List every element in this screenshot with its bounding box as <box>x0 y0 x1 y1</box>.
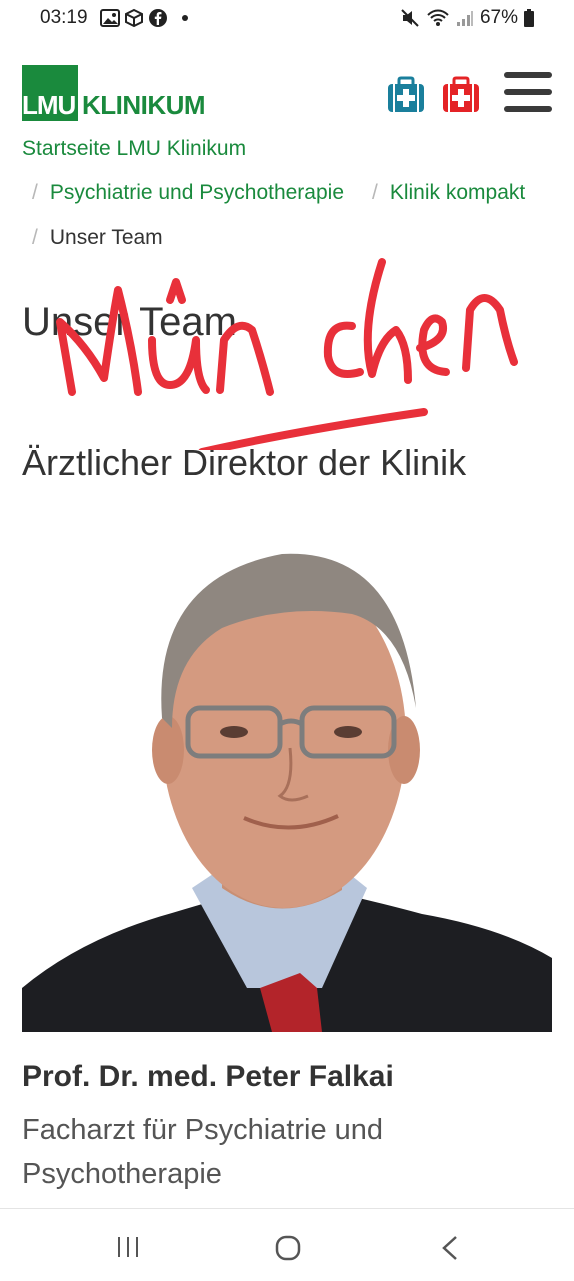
breadcrumb-link-psychiatrie[interactable]: Psychiatrie und Psychotherapie <box>50 181 344 204</box>
person-name: Prof. Dr. med. Peter Falkai <box>22 1060 394 1093</box>
back-icon[interactable] <box>438 1234 462 1262</box>
section-heading: Ärztlicher Direktor der Klinik <box>22 442 467 483</box>
logo-klinikum-text: KLINIKUM <box>82 90 206 120</box>
breadcrumb-separator: / <box>372 181 378 204</box>
battery-percent: 67% <box>479 7 518 28</box>
breadcrumb-item-psychiatrie: / Psychiatrie und Psychotherapie <box>32 181 344 205</box>
breadcrumb-item-current: / Unser Team <box>32 226 163 250</box>
mute-icon <box>401 9 419 27</box>
breadcrumb-current: Unser Team <box>49 226 163 249</box>
android-nav-bar <box>0 1208 574 1281</box>
signal-icon <box>456 11 473 26</box>
page-title: Unser Team <box>22 300 237 344</box>
battery-icon <box>524 9 534 27</box>
status-time: 03:19 <box>40 7 88 28</box>
medical-kit-blue-icon[interactable] <box>386 75 426 115</box>
home-icon[interactable] <box>274 1234 302 1262</box>
facebook-icon <box>149 9 167 27</box>
medical-kit-red-icon[interactable] <box>441 75 481 115</box>
wifi-icon <box>427 9 449 26</box>
status-bar: 03:19 67% <box>0 0 574 36</box>
status-system-icons: 67% <box>400 7 534 29</box>
breadcrumb-separator: / <box>32 181 38 204</box>
hamburger-menu-icon[interactable] <box>504 70 552 114</box>
recent-apps-icon[interactable] <box>116 1235 140 1259</box>
breadcrumb-link-klinik-kompakt[interactable]: Klinik kompakt <box>390 181 525 204</box>
site-header: LMU KLINIKUM <box>0 50 574 140</box>
logo-lmu-text: LMU <box>22 90 76 120</box>
portrait-photo <box>22 518 552 1032</box>
breadcrumb-item-home[interactable]: Startseite LMU Klinikum <box>22 138 246 160</box>
gallery-icon <box>100 9 120 27</box>
cube-icon <box>125 8 143 28</box>
handwritten-annotation <box>56 258 518 450</box>
breadcrumb-separator: / <box>32 226 38 249</box>
breadcrumb-item-klinik-kompakt: / Klinik kompakt <box>372 181 525 205</box>
person-title: Facharzt für Psychiatrie und Psychothera… <box>22 1114 384 1190</box>
status-app-icons <box>100 8 188 28</box>
notification-dot <box>182 15 188 21</box>
